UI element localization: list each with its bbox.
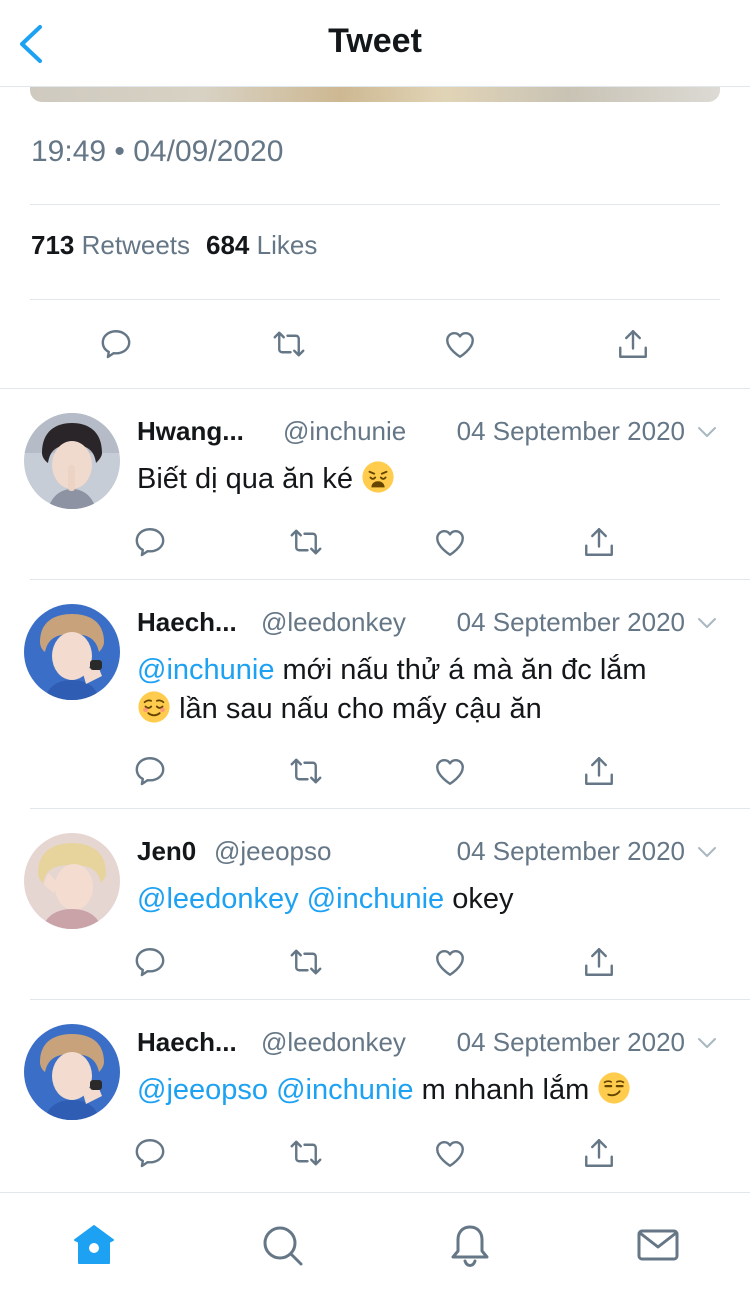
- display-name[interactable]: Jen0: [137, 836, 196, 867]
- retweet-icon[interactable]: [288, 753, 324, 789]
- reply-icon[interactable]: [132, 944, 168, 980]
- likes-label: Likes: [256, 230, 318, 260]
- share-icon[interactable]: [581, 1135, 617, 1171]
- top-navigation-bar: Tweet: [0, 0, 750, 87]
- mention-link[interactable]: @inchunie: [137, 654, 274, 686]
- divider: [30, 299, 720, 300]
- reply-icon[interactable]: [132, 753, 168, 789]
- retweet-icon[interactable]: [288, 944, 324, 980]
- share-icon[interactable]: [581, 753, 617, 789]
- mention-link[interactable]: @jeeopso: [137, 1074, 268, 1106]
- tweet-date: 04 September 2020: [456, 1027, 685, 1057]
- retweets-count: 713: [31, 230, 75, 260]
- messages-icon[interactable]: [636, 1223, 680, 1267]
- likes-count: 684: [206, 230, 250, 260]
- retweet-icon[interactable]: [271, 326, 307, 362]
- reply-tweet[interactable]: Jen0 @jeeopso 04 September 2020 @leedonk…: [0, 809, 750, 999]
- chevron-down-icon[interactable]: [695, 1031, 719, 1055]
- divider: [30, 204, 720, 205]
- tweet-text: @jeeopso @inchunie m nhanh lắm: [137, 1071, 727, 1110]
- mention-link[interactable]: @inchunie: [307, 883, 444, 915]
- tweet-text-content: m nhanh lắm: [413, 1074, 590, 1106]
- tweet-date: 04 September 2020: [456, 416, 685, 446]
- tweet-stats: 713 Retweets 684 Likes: [31, 230, 317, 261]
- retweets-stat[interactable]: 713 Retweets: [31, 230, 190, 260]
- retweet-icon[interactable]: [288, 1135, 324, 1171]
- avatar[interactable]: [24, 833, 120, 929]
- reply-icon[interactable]: [98, 326, 134, 362]
- chevron-down-icon[interactable]: [695, 840, 719, 864]
- tweet-text-content: mới nấu thử á mà ăn đc lắm: [274, 654, 647, 686]
- search-icon[interactable]: [260, 1223, 304, 1267]
- reply-icon[interactable]: [132, 1135, 168, 1171]
- like-icon[interactable]: [432, 753, 468, 789]
- tweet-text: @leedonkey @inchunie okey: [137, 880, 727, 919]
- username[interactable]: @leedonkey: [261, 1027, 406, 1058]
- reply-tweet[interactable]: Haech... @leedonkey 04 September 2020 @j…: [0, 1000, 750, 1190]
- chevron-down-icon[interactable]: [695, 420, 719, 444]
- like-icon[interactable]: [432, 944, 468, 980]
- home-icon[interactable]: [72, 1223, 116, 1267]
- tweet-text-content: lần sau nấu cho mấy cậu ăn: [179, 693, 542, 725]
- username[interactable]: @jeeopso: [214, 836, 331, 867]
- reply-icon[interactable]: [132, 524, 168, 560]
- avatar[interactable]: [24, 604, 120, 700]
- avatar[interactable]: [24, 413, 120, 509]
- smirking-face-emoji-icon: [597, 1071, 631, 1105]
- like-icon[interactable]: [442, 326, 478, 362]
- display-name[interactable]: Haech...: [137, 1027, 237, 1058]
- display-name[interactable]: Hwang...: [137, 416, 244, 447]
- share-icon[interactable]: [615, 326, 651, 362]
- page-title: Tweet: [328, 22, 422, 60]
- retweets-label: Retweets: [81, 230, 191, 260]
- tweet-text-content: Biết dị qua ăn ké: [137, 463, 354, 495]
- tweet-date: 04 September 2020: [456, 607, 685, 637]
- like-icon[interactable]: [432, 524, 468, 560]
- tweet-text-content: okey: [444, 883, 514, 915]
- tweet-date: 04 September 2020: [456, 836, 685, 866]
- reply-tweet[interactable]: Hwang... @inchunie 04 September 2020 Biế…: [0, 389, 750, 579]
- likes-stat[interactable]: 684 Likes: [206, 230, 317, 260]
- weary-face-emoji-icon: [361, 460, 395, 494]
- username[interactable]: @inchunie: [283, 416, 406, 447]
- tweet-media-image[interactable]: [30, 86, 720, 102]
- tweet-text: Biết dị qua ăn ké: [137, 460, 727, 499]
- display-name[interactable]: Haech...: [137, 607, 237, 638]
- reply-tweet[interactable]: Haech... @leedonkey 04 September 2020 @i…: [0, 580, 750, 808]
- tweet-timestamp: 19:49 • 04/09/2020: [31, 135, 284, 168]
- notifications-icon[interactable]: [448, 1223, 492, 1268]
- share-icon[interactable]: [581, 944, 617, 980]
- like-icon[interactable]: [432, 1135, 468, 1171]
- mention-link[interactable]: @leedonkey: [137, 883, 299, 915]
- share-icon[interactable]: [581, 524, 617, 560]
- mention-link[interactable]: @inchunie: [276, 1074, 413, 1106]
- username[interactable]: @leedonkey: [261, 607, 406, 638]
- relieved-face-emoji-icon: [137, 690, 171, 724]
- chevron-down-icon[interactable]: [695, 611, 719, 635]
- retweet-icon[interactable]: [288, 524, 324, 560]
- bottom-tab-bar: [0, 1192, 750, 1293]
- avatar[interactable]: [24, 1024, 120, 1120]
- tweet-text: @inchunie mới nấu thử á mà ăn đc lắm lần…: [137, 651, 727, 729]
